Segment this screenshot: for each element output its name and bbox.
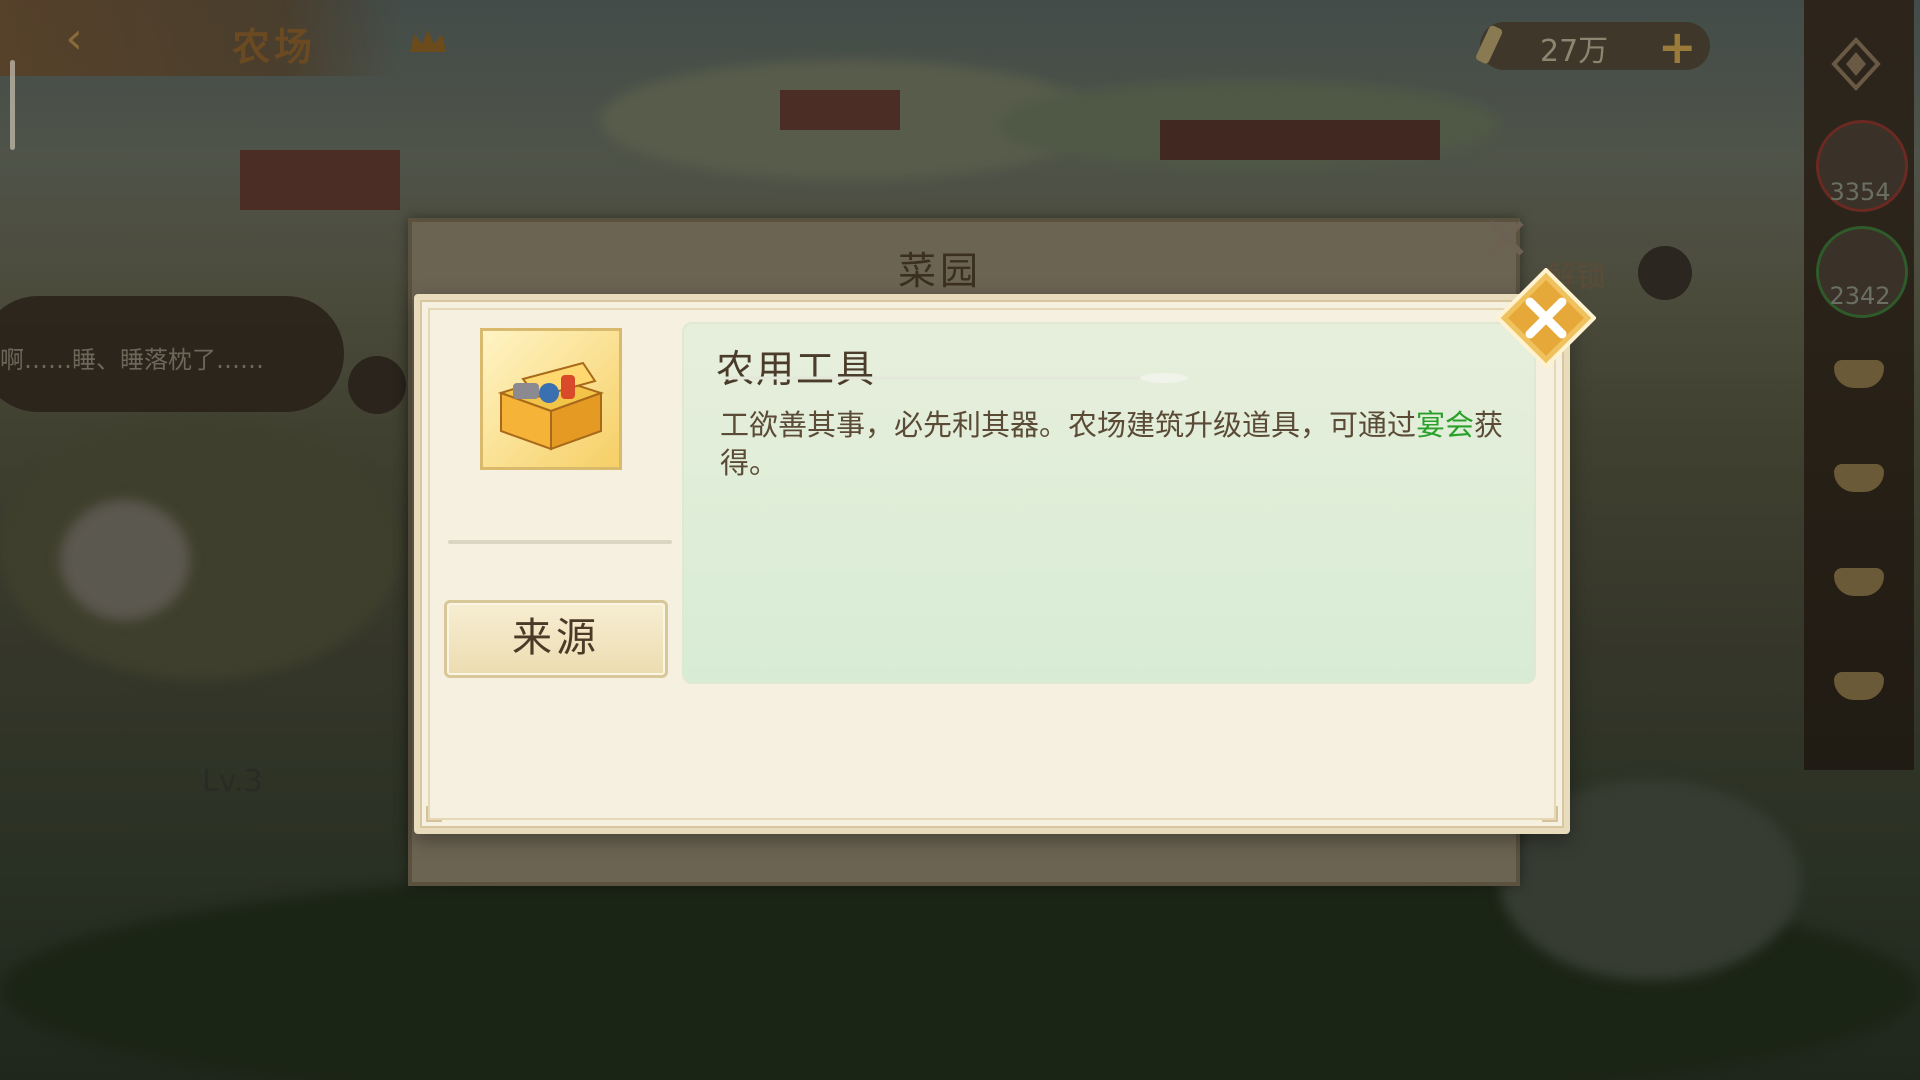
name-underline-decoration xyxy=(724,373,1188,383)
garden-popup-title: 菜园 xyxy=(898,249,983,293)
scroll-icon xyxy=(1476,25,1503,64)
toolbox-icon xyxy=(497,361,605,451)
vegetable-count: 3354 xyxy=(1829,178,1891,206)
item-divider xyxy=(448,540,672,544)
crown-icon[interactable] xyxy=(408,26,448,56)
corner-ornament xyxy=(426,806,442,822)
building-level: Lv.3 xyxy=(202,764,263,799)
close-icon[interactable] xyxy=(1496,268,1596,368)
ore-count: 2342 xyxy=(1829,282,1891,310)
garden-popup-close-icon[interactable]: ✕ xyxy=(1466,210,1546,270)
source-button[interactable]: 来源 xyxy=(444,600,668,678)
description-text: 工欲善其事，必先利其器。农场建筑升级道具，可通过 xyxy=(720,408,1417,442)
item-icon-frame xyxy=(480,328,622,470)
back-arrow-icon[interactable]: ‹ xyxy=(44,14,104,64)
item-description: 工欲善其事，必先利其器。农场建筑升级道具，可通过宴会获得。 xyxy=(720,406,1510,482)
chat-toggle-button[interactable] xyxy=(348,356,406,414)
currency-value: 27万 xyxy=(1540,34,1609,69)
farm-title: 农场 xyxy=(232,25,317,69)
add-currency-button[interactable]: + xyxy=(1658,20,1697,74)
compass-icon[interactable] xyxy=(1826,34,1886,94)
unlock-badge-icon[interactable] xyxy=(1638,246,1692,300)
chat-text: 啊……睡、睡落枕了…… xyxy=(0,346,264,374)
corner-ornament xyxy=(1542,806,1558,822)
scroll-indicator[interactable] xyxy=(10,60,15,150)
banquet-link[interactable]: 宴会 xyxy=(1416,408,1474,442)
